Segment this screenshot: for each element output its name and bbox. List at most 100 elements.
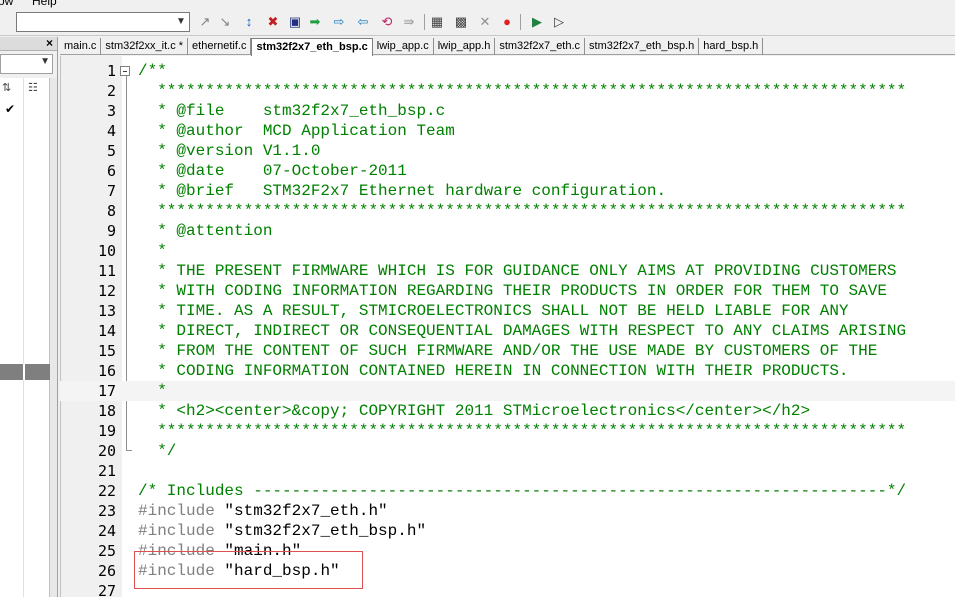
code-text: * @brief STM32F2x7 Ethernet hardware con… bbox=[138, 181, 666, 201]
line-number: 15 bbox=[97, 342, 116, 360]
line-number: 5 bbox=[106, 142, 116, 160]
tab-lwip-app-h[interactable]: lwip_app.h bbox=[434, 38, 496, 55]
tab-stm32f2xx-it-c[interactable]: stm32f2xx_it.c * bbox=[101, 38, 189, 55]
stop-build-icon[interactable]: ✕ bbox=[476, 13, 494, 31]
code-text: * WITH CODING INFORMATION REGARDING THEI… bbox=[138, 281, 887, 301]
code-line[interactable]: 13 * TIME. AS A RESULT, STMICROELECTRONI… bbox=[60, 301, 955, 321]
insert-remove-breakpoint-icon[interactable]: ↗ bbox=[196, 13, 214, 31]
code-text: /* Includes ----------------------------… bbox=[138, 481, 906, 501]
code-text: ****************************************… bbox=[138, 201, 906, 221]
code-token-comment: * bbox=[138, 382, 167, 400]
code-text: * @version V1.1.0 bbox=[138, 141, 320, 161]
code-text: * CODING INFORMATION CONTAINED HEREIN IN… bbox=[138, 361, 849, 381]
code-line[interactable]: 21 bbox=[60, 461, 955, 481]
close-icon[interactable]: × bbox=[46, 36, 53, 50]
kill-all-breakpoints-icon[interactable]: ✖ bbox=[264, 13, 282, 31]
code-line[interactable]: 11 * THE PRESENT FIRMWARE WHICH IS FOR G… bbox=[60, 261, 955, 281]
menu-item-help[interactable]: Help bbox=[32, 0, 57, 8]
code-token-comment: * @author MCD Application Team bbox=[138, 122, 455, 140]
workspace-dropdown[interactable]: ▼ bbox=[0, 54, 53, 74]
code-line[interactable]: 20 */ bbox=[60, 441, 955, 461]
line-number: 11 bbox=[97, 262, 116, 280]
chevron-down-icon[interactable]: ▼ bbox=[40, 56, 50, 67]
options-icon[interactable]: ▷ bbox=[550, 13, 568, 31]
code-text: * bbox=[138, 381, 167, 401]
project-file-list[interactable]: ⇅ ☷ ✔ bbox=[0, 78, 50, 597]
code-line[interactable]: 15 * FROM THE CONTENT OF SUCH FIRMWARE A… bbox=[60, 341, 955, 361]
tab-stm32f2x7-eth-bsp-c[interactable]: stm32f2x7_eth_bsp.c bbox=[251, 38, 373, 56]
line-number: 2 bbox=[106, 82, 116, 100]
project-panel-header: × bbox=[0, 36, 57, 51]
code-line[interactable]: 2 **************************************… bbox=[60, 81, 955, 101]
code-line[interactable]: 18 * <h2><center>&copy; COPYRIGHT 2011 S… bbox=[60, 401, 955, 421]
line-number: 13 bbox=[97, 302, 116, 320]
selected-row[interactable] bbox=[0, 364, 50, 380]
start-debug-icon[interactable]: ● bbox=[498, 13, 516, 31]
line-number: 20 bbox=[97, 442, 116, 460]
line-number: 16 bbox=[97, 362, 116, 380]
code-token-comment: * FROM THE CONTENT OF SUCH FIRMWARE AND/… bbox=[138, 342, 878, 360]
code-line[interactable]: 3 * @file stm32f2x7_eth_bsp.c bbox=[60, 101, 955, 121]
chevron-down-icon[interactable]: ▼ bbox=[175, 15, 187, 29]
line-number: 21 bbox=[97, 462, 116, 480]
code-token-string: "stm32f2x7_eth.h" bbox=[224, 502, 388, 520]
tab-hard-bsp-h[interactable]: hard_bsp.h bbox=[699, 38, 764, 55]
checkmark-icon: ✔ bbox=[5, 102, 16, 116]
line-number: 12 bbox=[97, 282, 116, 300]
code-line[interactable]: 6 * @date 07-October-2011 bbox=[60, 161, 955, 181]
code-line[interactable]: 23 #include "stm32f2x7_eth.h" bbox=[60, 501, 955, 521]
code-token-comment: */ bbox=[138, 442, 177, 460]
line-number: 22 bbox=[97, 482, 116, 500]
line-number: 10 bbox=[97, 242, 116, 260]
tab-stm32f2x7-eth-c[interactable]: stm32f2x7_eth.c bbox=[495, 38, 586, 55]
sort-icon[interactable]: ⇅ bbox=[2, 81, 11, 94]
code-token-comment: * THE PRESENT FIRMWARE WHICH IS FOR GUID… bbox=[138, 262, 897, 280]
step-over-icon[interactable]: ⇨ bbox=[330, 13, 348, 31]
tab-stm32f2x7-eth-bsp-h[interactable]: stm32f2x7_eth_bsp.h bbox=[585, 38, 700, 55]
scrollbar[interactable] bbox=[50, 78, 57, 597]
code-line[interactable]: 24 #include "stm32f2x7_eth_bsp.h" bbox=[60, 521, 955, 541]
code-text: #include "stm32f2x7_eth_bsp.h" bbox=[138, 521, 426, 541]
enable-disable-breakpoint-icon[interactable]: ↘ bbox=[216, 13, 234, 31]
code-line[interactable]: 4 * @author MCD Application Team bbox=[60, 121, 955, 141]
code-token-comment: * @brief STM32F2x7 Ethernet hardware con… bbox=[138, 182, 667, 200]
line-number: 1 bbox=[106, 62, 116, 80]
step-out-icon[interactable]: ⇦ bbox=[354, 13, 372, 31]
editor-tabs: main.c stm32f2xx_it.c * ethernetif.c stm32f… bbox=[60, 38, 955, 56]
line-number: 23 bbox=[97, 502, 116, 520]
line-number: 17 bbox=[97, 382, 116, 400]
fold-collapse-icon[interactable] bbox=[120, 66, 130, 76]
translate-icon[interactable]: ▦ bbox=[428, 13, 446, 31]
code-line[interactable]: 10 * bbox=[60, 241, 955, 261]
code-line[interactable]: 7 * @brief STM32F2x7 Ethernet hardware c… bbox=[60, 181, 955, 201]
code-line[interactable]: 5 * @version V1.1.0 bbox=[60, 141, 955, 161]
code-editor[interactable]: 1/** 2 **********************************… bbox=[60, 56, 955, 597]
code-line[interactable]: 9 * @attention bbox=[60, 221, 955, 241]
trace-icon[interactable]: ⇛ bbox=[400, 13, 418, 31]
code-text: * DIRECT, INDIRECT OR CONSEQUENTIAL DAMA… bbox=[138, 321, 906, 341]
show-next-statement-icon[interactable]: ⟲ bbox=[378, 13, 396, 31]
code-line[interactable]: 1 /** bbox=[60, 61, 955, 81]
build-icon[interactable]: ▩ bbox=[452, 13, 470, 31]
run-to-cursor-icon[interactable]: ▣ bbox=[286, 13, 304, 31]
find-combo[interactable]: ▼ bbox=[16, 12, 190, 32]
code-line[interactable]: 22 /* Includes --------------------------… bbox=[60, 481, 955, 501]
code-line[interactable]: 17 * bbox=[60, 381, 955, 401]
step-icon[interactable]: ➡ bbox=[306, 13, 324, 31]
tab-main-c[interactable]: main.c bbox=[60, 38, 102, 55]
code-line[interactable]: 12 * WITH CODING INFORMATION REGARDING T… bbox=[60, 281, 955, 301]
tab-lwip-app-c[interactable]: lwip_app.c bbox=[373, 38, 434, 55]
code-token-comment: /* Includes ----------------------------… bbox=[138, 482, 907, 500]
code-token-comment: * CODING INFORMATION CONTAINED HEREIN IN… bbox=[138, 362, 849, 380]
options-icon[interactable]: ☷ bbox=[28, 81, 38, 94]
menu-item-window[interactable]: ow bbox=[0, 0, 13, 8]
code-token-comment: * <h2><center>&copy; COPYRIGHT 2011 STMi… bbox=[138, 402, 811, 420]
code-line[interactable]: 19 *************************************… bbox=[60, 421, 955, 441]
tab-ethernetif-c[interactable]: ethernetif.c bbox=[188, 38, 252, 55]
disable-all-breakpoints-icon[interactable]: ↕ bbox=[240, 13, 258, 31]
code-line[interactable]: 14 * DIRECT, INDIRECT OR CONSEQUENTIAL D… bbox=[60, 321, 955, 341]
code-line[interactable]: 16 * CODING INFORMATION CONTAINED HEREIN… bbox=[60, 361, 955, 381]
download-icon[interactable]: ▶ bbox=[528, 13, 546, 31]
code-line[interactable]: 8 **************************************… bbox=[60, 201, 955, 221]
line-number: 26 bbox=[97, 562, 116, 580]
